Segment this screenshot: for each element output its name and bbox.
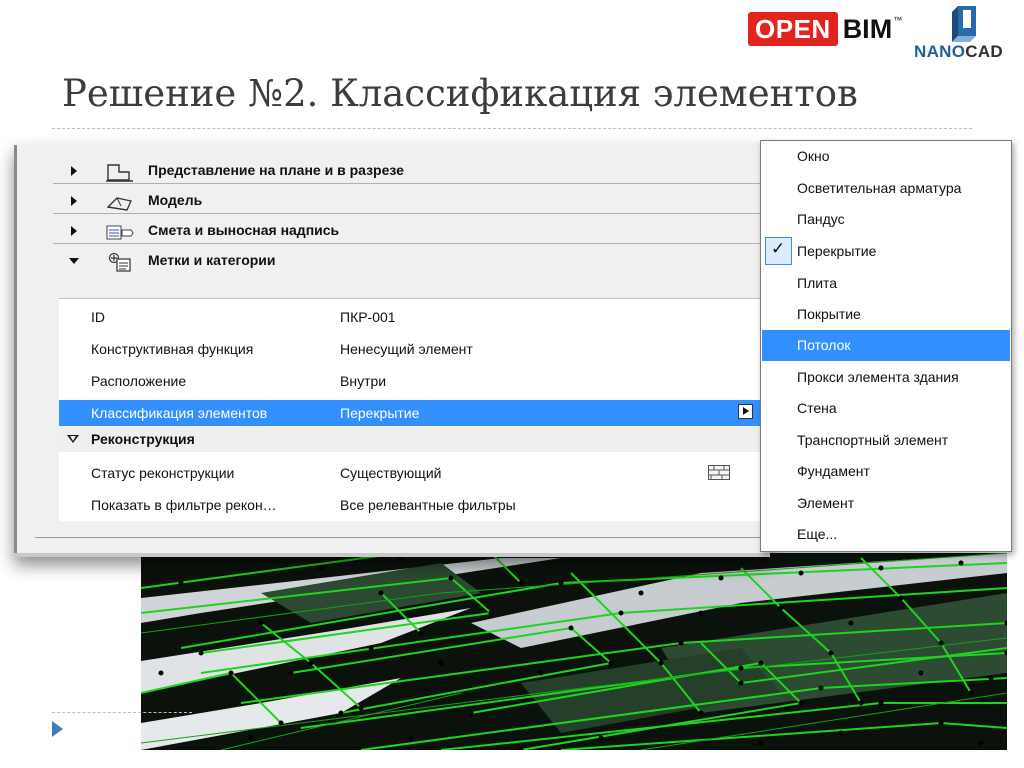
property-row-id[interactable]: ID ПКР-001 [59,304,770,330]
plan-section-icon [106,164,133,182]
menu-item-transport-element[interactable]: Транспортный элемент [762,425,1010,456]
property-value[interactable]: Перекрытие [340,405,419,421]
ceiling-wireframe-render [141,553,1007,750]
openbim-logo: OPEN BIM ™ [748,12,902,46]
property-row-structural-function[interactable]: Конструктивная функция Ненесущий элемент [59,336,770,362]
menu-item-label: Пандус [797,211,845,227]
menu-item-footing[interactable]: Фундамент [762,456,1010,487]
section-plan-and-section[interactable]: Представление на плане и в разрезе [35,156,770,186]
group-label: Реконструкция [91,431,195,447]
property-key: Статус реконструкции [91,465,235,481]
property-value[interactable]: Все релевантные фильтры [340,497,516,513]
expand-triangle-icon[interactable] [71,226,77,236]
menu-item-label: Фундамент [797,463,870,479]
3d-viewport[interactable] [141,553,1007,750]
menu-item-label: Покрытие [797,306,861,322]
expand-triangle-icon[interactable] [71,166,77,176]
dropdown-arrow-button[interactable] [738,404,753,419]
property-value[interactable]: Ненесущий элемент [340,341,473,357]
property-row-renovation-status[interactable]: Статус реконструкции Существующий [59,460,770,486]
nanocad-wordmark: NANOCAD [914,42,1003,62]
nanocad-wordmark-nano: NANO [914,42,966,61]
menu-item-label: Транспортный элемент [797,432,949,448]
section-model[interactable]: Модель [35,186,770,216]
property-key: Расположение [91,373,187,389]
section-divider [53,213,770,214]
menu-item-label: Осветительная арматура [797,180,962,196]
section-divider [53,243,770,244]
menu-item-label: Плита [797,275,838,291]
menu-item-floor-slab[interactable]: ✓ Перекрытие [762,236,1010,267]
nanocad-logo: NANOCAD [914,4,1018,64]
estimate-label-icon [106,225,134,240]
property-value[interactable]: Внутри [340,373,386,389]
footer-divider [52,712,192,713]
section-label: Модель [148,192,203,208]
openbim-logo-open: OPEN [748,12,838,46]
openbim-logo-bim: BIM [842,14,893,44]
slide-nav-arrow-icon[interactable] [52,721,63,737]
group-collapse-icon[interactable] [67,435,79,443]
menu-item-more[interactable]: Еще... [762,519,1010,550]
menu-item-element[interactable]: Элемент [762,488,1010,519]
section-divider [53,183,770,184]
menu-item-label: Еще... [797,526,838,542]
tags-categories-icon [108,252,131,272]
property-key: ID [91,309,105,325]
menu-item-building-element-proxy[interactable]: Прокси элемента здания [762,362,1010,393]
panel-content: Представление на плане и в разрезе Модел… [35,145,770,553]
menu-item-label: Прокси элемента здания [797,369,959,385]
section-label: Представление на плане и в разрезе [148,162,404,178]
expand-triangle-icon[interactable] [71,196,77,206]
property-row-location[interactable]: Расположение Внутри [59,368,770,394]
group-row-renovation[interactable]: Реконструкция [59,426,770,452]
menu-item-covering[interactable]: Покрытие [762,299,1010,330]
checkmark-box: ✓ [765,237,792,265]
property-key: Показать в фильтре рекон… [91,497,277,513]
section-label: Метки и категории [148,252,276,268]
property-row-element-classification[interactable]: Классификация элементов Перекрытие [59,400,770,426]
properties-table: ID ПКР-001 Конструктивная функция Ненесу… [59,298,770,521]
menu-item-lighting-fixture[interactable]: Осветительная арматура [762,173,1010,204]
collapse-triangle-icon[interactable] [69,258,79,264]
title-divider [52,128,972,129]
property-row-renovation-filter[interactable]: Показать в фильтре рекон… Все релевантны… [59,492,770,518]
menu-item-label: Элемент [797,495,855,511]
menu-item-window[interactable]: Окно [762,141,1010,172]
checkmark-icon: ✓ [771,239,786,258]
brick-wall-icon[interactable] [708,465,730,480]
menu-item-label: Стена [797,400,837,416]
menu-item-ceiling[interactable]: Потолок [762,330,1010,361]
menu-item-label: Окно [797,148,830,164]
slide-title: Решение №2. Классификация элементов [62,72,858,115]
openbim-logo-tm: ™ [893,15,903,25]
menu-item-label: Перекрытие [797,243,877,259]
classification-dropdown-menu[interactable]: Окно Осветительная арматура Пандус ✓ Пер… [760,140,1012,552]
model-icon [106,197,132,211]
menu-item-label: Потолок [797,337,851,353]
property-key: Классификация элементов [91,405,268,421]
nanocad-wordmark-cad: CAD [965,42,1003,61]
section-label: Смета и выносная надпись [148,222,340,238]
panel-bottom-divider [35,537,770,538]
menu-item-ramp[interactable]: Пандус [762,204,1010,235]
menu-item-wall[interactable]: Стена [762,393,1010,424]
nanocad-logo-mark [952,6,976,42]
section-tags-categories[interactable]: Метки и категории [35,246,770,276]
property-value[interactable]: Существующий [340,465,441,481]
menu-item-slab[interactable]: Плита [762,268,1010,299]
section-estimate-label[interactable]: Смета и выносная надпись [35,216,770,246]
property-value[interactable]: ПКР-001 [340,309,396,325]
element-settings-panel: Представление на плане и в разрезе Модел… [14,145,770,553]
property-key: Конструктивная функция [91,341,254,357]
